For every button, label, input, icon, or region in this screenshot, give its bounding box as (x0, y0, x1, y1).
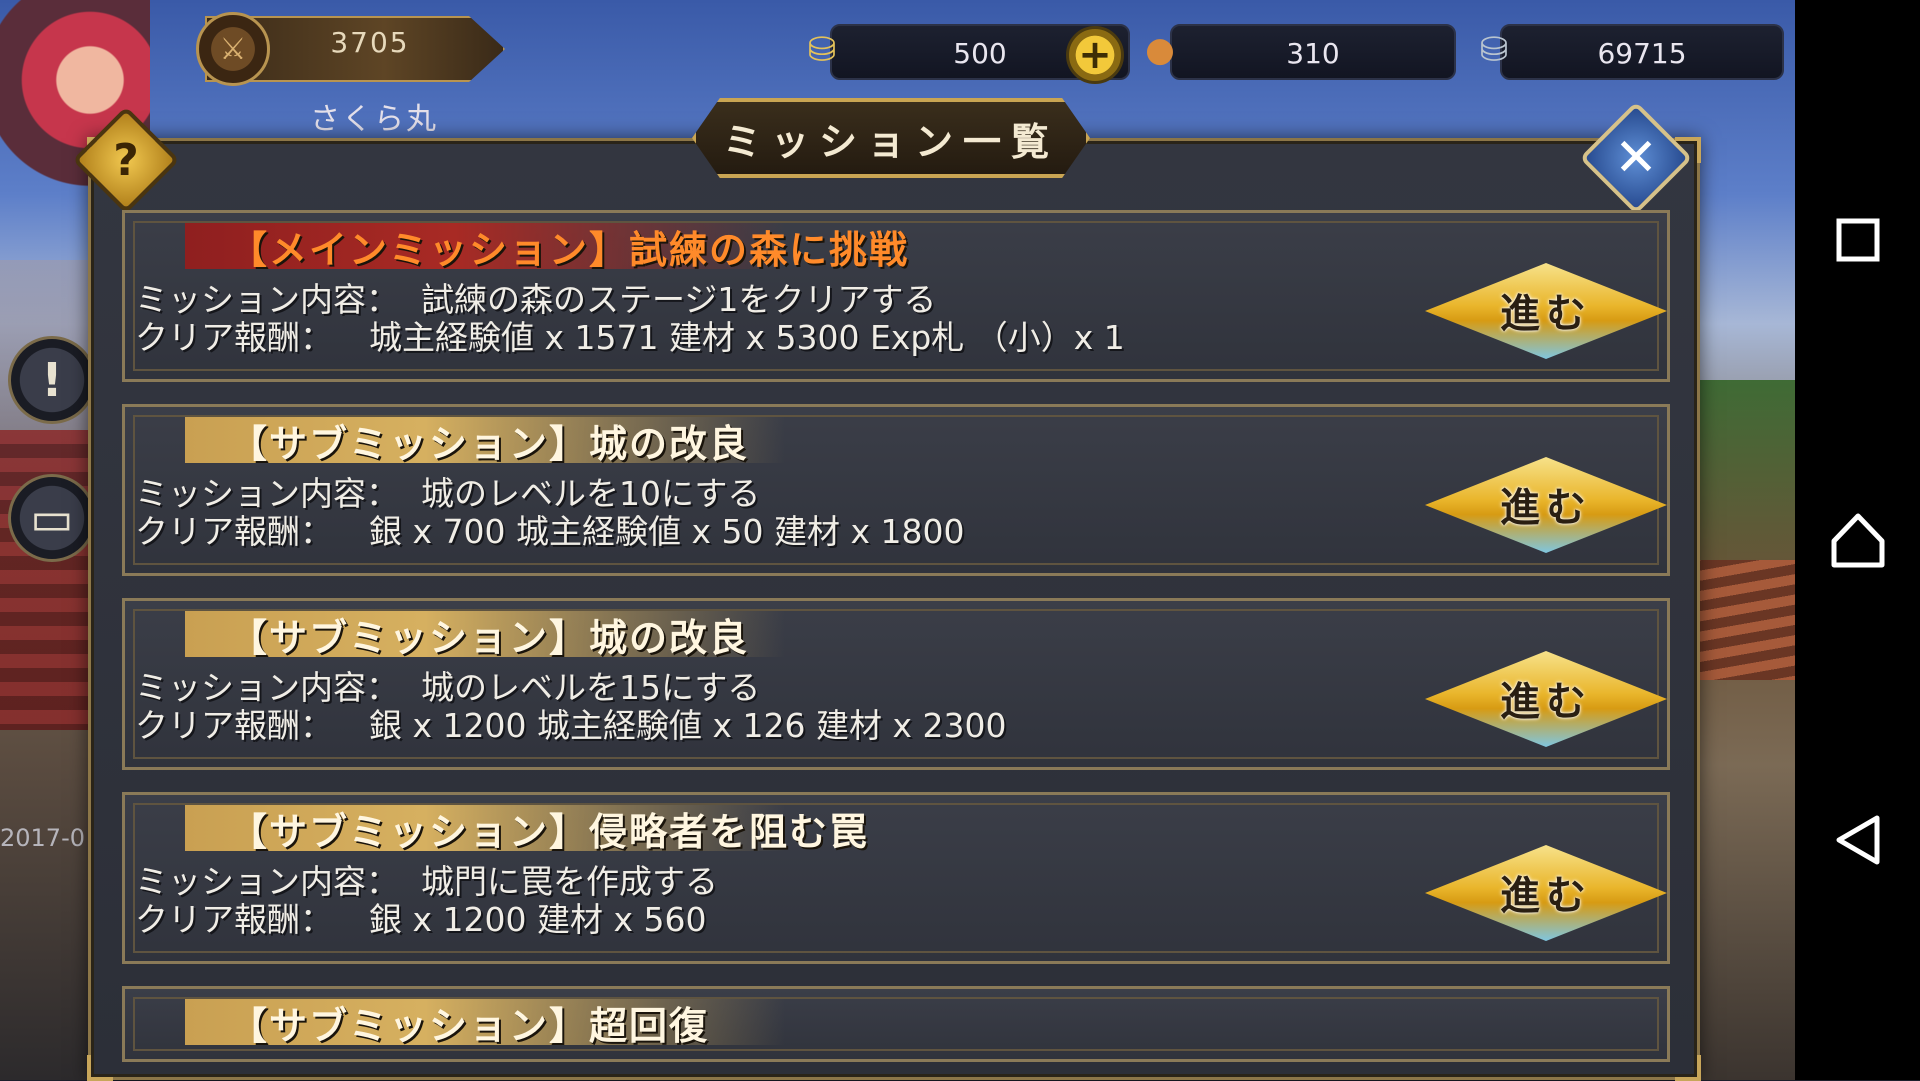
silver-coins-icon: ⛁ (1479, 30, 1509, 70)
mission-card-3: 【サブミッション】城の改良 ミッション内容： 城のレベルを15にする クリア報酬：… (122, 598, 1672, 770)
level-value: 3705 (330, 26, 410, 59)
go-button-label: 進む (1500, 678, 1592, 725)
sword-icon: ⚔ (196, 12, 270, 86)
home-icon (1831, 513, 1884, 568)
mission-reward-line: クリア報酬： 銀 x 700 城主経験値 x 50 建材 x 1800 (135, 505, 964, 553)
mission-card-2: 【サブミッション】城の改良 ミッション内容： 城のレベルを10にする クリア報酬：… (122, 404, 1672, 576)
date-stamp: 2017-0 (0, 824, 86, 852)
mission-reward-line: クリア報酬： 銀 x 1200 建材 x 560 (135, 893, 706, 941)
dialog-title: ミッション一覧 (722, 118, 1059, 164)
android-nav-bar (1795, 0, 1920, 1080)
frame-corner (87, 1055, 113, 1081)
close-icon: ✕ (1614, 128, 1658, 188)
currency-food-bar: 310 (1170, 24, 1456, 80)
go-button-label: 進む (1500, 290, 1592, 337)
go-button-3[interactable]: 進む (1420, 649, 1672, 749)
mission-reward: 城主経験値 x 1571 建材 x 5300 Exp札 （小）x 1 (369, 318, 1125, 357)
mission-reward: 銀 x 700 城主経験値 x 50 建材 x 1800 (369, 512, 965, 551)
go-button-label: 進む (1500, 484, 1592, 531)
currency-food-value: 310 (1286, 37, 1340, 70)
mission-reward-label: クリア報酬： (135, 318, 333, 357)
mission-reward-label: クリア報酬： (135, 706, 333, 745)
recent-apps-button[interactable] (1795, 180, 1920, 300)
mission-title: 【サブミッション】城の改良 (229, 616, 750, 660)
go-button-1[interactable]: 進む (1420, 261, 1672, 361)
mission-card-4: 【サブミッション】侵略者を阻む罠 ミッション内容： 城門に罠を作成する クリア報酬… (122, 792, 1672, 964)
mission-title: 【サブミッション】侵略者を阻む罠 (229, 810, 870, 854)
exclamation-icon: ! (41, 353, 63, 407)
menu-button[interactable]: ▭ (8, 474, 96, 562)
mission-reward: 銀 x 1200 建材 x 560 (369, 900, 707, 939)
rice-bag-icon: ● (1145, 30, 1175, 70)
gold-coins-icon: ⛁ (807, 30, 837, 70)
go-button-2[interactable]: 進む (1420, 455, 1672, 555)
mission-reward-line: クリア報酬： 城主経験値 x 1571 建材 x 5300 Exp札 （小）x 1 (135, 311, 1125, 359)
mission-reward-label: クリア報酬： (135, 900, 333, 939)
square-icon (1836, 218, 1879, 262)
scroll-icon: ▭ (30, 491, 74, 545)
add-gold-button[interactable]: + (1066, 26, 1124, 84)
mission-title: 【メインミッション】試練の森に挑戦 (229, 228, 910, 272)
player-name: さくら丸 (310, 102, 438, 137)
go-button-label: 進む (1500, 872, 1592, 919)
question-icon: ? (113, 134, 139, 186)
mission-reward-line: クリア報酬： 銀 x 1200 城主経験値 x 126 建材 x 2300 (135, 699, 1006, 747)
home-button[interactable] (1795, 480, 1920, 600)
mission-card-1: 【メインミッション】試練の森に挑戦 ミッション内容： 試練の森のステージ1をクリア… (122, 210, 1672, 382)
go-button-4[interactable]: 進む (1420, 843, 1672, 943)
dialog-title-plate: ミッション一覧 (692, 98, 1090, 178)
mission-reward: 銀 x 1200 城主経験値 x 126 建材 x 2300 (369, 706, 1007, 745)
mission-title: 【サブミッション】城の改良 (229, 422, 750, 466)
back-button[interactable] (1795, 780, 1920, 900)
frame-corner (1675, 1055, 1701, 1081)
mission-card-5: 【サブミッション】超回復 (122, 986, 1670, 1062)
currency-silver-bar: 69715 (1500, 24, 1784, 80)
currency-silver-value: 69715 (1597, 37, 1687, 70)
mission-reward-label: クリア報酬： (135, 512, 333, 551)
mission-title: 【サブミッション】超回復 (229, 1004, 710, 1048)
back-triangle-icon (1836, 815, 1879, 865)
notice-button[interactable]: ! (8, 336, 96, 424)
